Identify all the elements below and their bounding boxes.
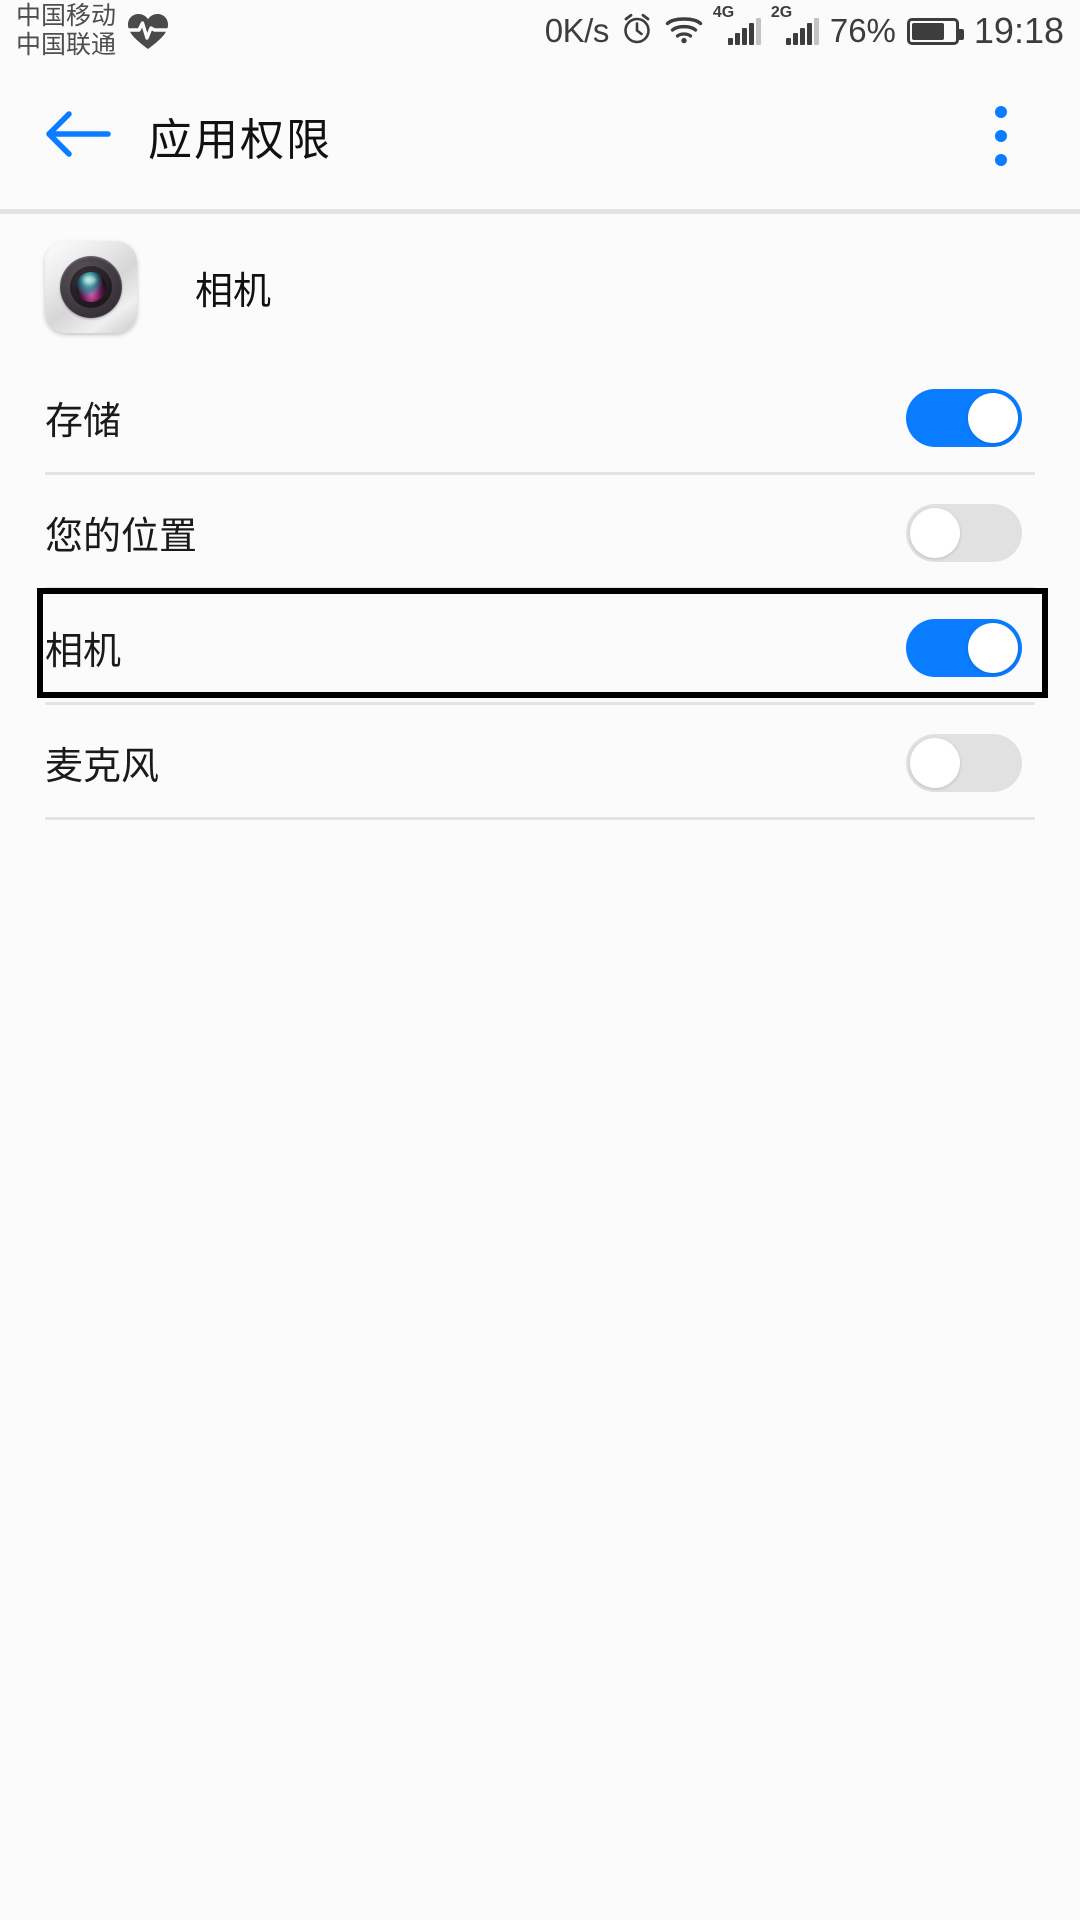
camera-lens-mid <box>70 266 112 308</box>
camera-lens-iris <box>76 272 106 302</box>
row-divider <box>45 817 1035 820</box>
app-header-row: 相机 <box>0 214 1080 360</box>
more-vertical-icon-dot-3 <box>995 154 1007 166</box>
more-vertical-icon-dot-1 <box>995 106 1007 118</box>
permission-toggle[interactable] <box>906 618 1022 677</box>
camera-lens-outer <box>60 256 122 318</box>
permission-row[interactable]: 麦克风 <box>0 705 1080 820</box>
heartbeat-icon <box>126 11 170 51</box>
toggle-thumb <box>968 622 1018 673</box>
phone-screen: 中国移动 中国联通 0K/s 4G 2G 76% 19:18 应用权限 相机 存… <box>0 0 1080 1920</box>
alarm-clock-icon <box>620 12 654 51</box>
clock-label: 19:18 <box>973 10 1064 51</box>
permission-label: 相机 <box>45 631 122 673</box>
toggle-thumb <box>910 737 960 788</box>
sim2-signal-icon: 2G <box>771 5 819 45</box>
sim2-network-label: 2G <box>770 4 793 21</box>
page-title: 应用权限 <box>148 116 332 165</box>
permission-toggle[interactable] <box>906 503 1022 562</box>
overflow-menu-button[interactable] <box>966 88 1036 184</box>
app-name-label: 相机 <box>195 270 272 313</box>
back-button[interactable] <box>30 88 126 184</box>
sim1-signal-icon: 4G <box>713 5 761 45</box>
permission-label: 您的位置 <box>45 516 198 558</box>
toggle-thumb <box>910 507 960 558</box>
battery-icon <box>906 17 964 45</box>
permission-row[interactable]: 存储 <box>0 360 1080 475</box>
sim1-network-label: 4G <box>712 4 735 21</box>
permission-label: 存储 <box>45 401 122 443</box>
permission-toggle[interactable] <box>906 733 1022 792</box>
annotation-highlight-box <box>37 588 1048 698</box>
permission-list: 存储您的位置相机麦克风 <box>0 360 1080 820</box>
app-bar: 应用权限 <box>0 62 1080 210</box>
toggle-thumb <box>968 392 1018 443</box>
status-bar: 中国移动 中国联通 0K/s 4G 2G 76% 19:18 <box>0 0 1080 62</box>
more-vertical-icon-dot-2 <box>995 130 1007 142</box>
permission-toggle[interactable] <box>906 388 1022 447</box>
carrier-labels: 中国移动 中国联通 <box>16 2 116 61</box>
status-bar-right-cluster: 0K/s 4G 2G 76% 19:18 <box>544 5 1064 52</box>
permission-row[interactable]: 您的位置 <box>0 475 1080 590</box>
camera-app-icon <box>45 241 137 333</box>
battery-percent-label: 76% <box>829 12 896 49</box>
carrier-name-primary: 中国移动 <box>16 1 117 30</box>
carrier-name-secondary: 中国联通 <box>16 31 117 59</box>
wifi-icon <box>665 14 703 49</box>
permission-row[interactable]: 相机 <box>0 588 1080 705</box>
permission-label: 麦克风 <box>45 746 160 788</box>
network-speed-label: 0K/s <box>544 12 610 49</box>
back-arrow-icon <box>42 106 114 167</box>
